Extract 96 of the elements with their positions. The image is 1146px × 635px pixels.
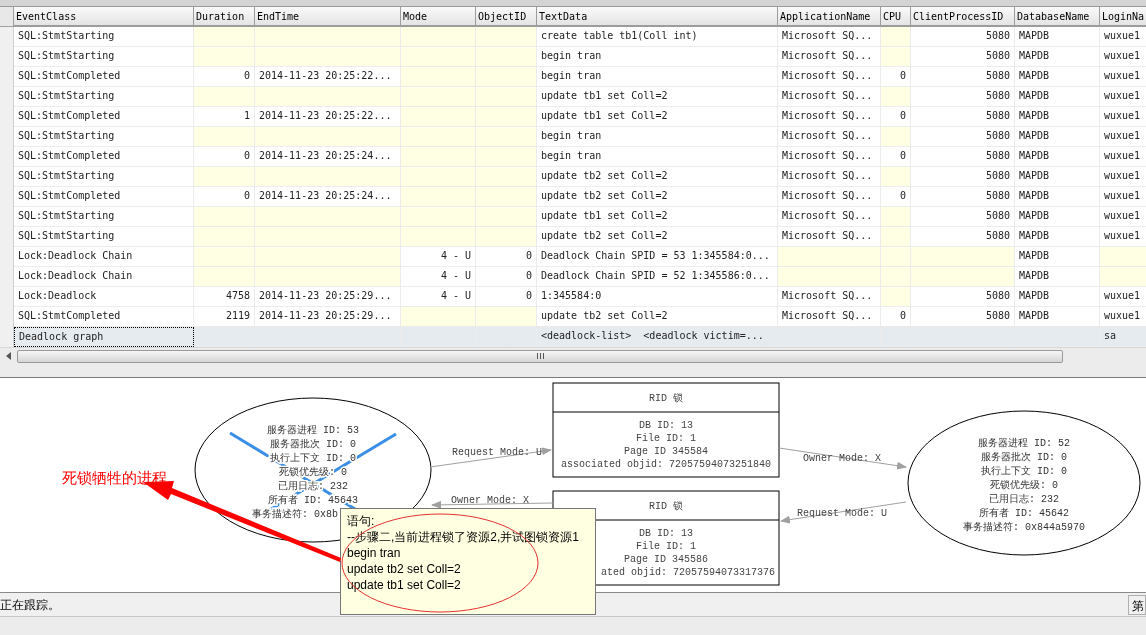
table-cell [881,247,911,267]
table-cell [881,47,911,67]
table-row[interactable]: SQL:StmtCompleted 0 2014-11-23 20:25:22... begin tran Microsoft SQ... 0 5080 MAPDB wuxue1 [0,67,1146,87]
node-title: RID 锁 [649,501,683,512]
node-text: 事务描述符: 0x8b [252,509,338,520]
table-cell [476,167,537,187]
status-panel: 第 [1128,594,1146,615]
table-row[interactable]: SQL:StmtCompleted 1 2014-11-23 20:25:22... update tb1 set Coll=2 Microsoft SQ... 0 5080 MAPDB wuxue1 [0,107,1146,127]
table-row[interactable]: SQL:StmtCompleted 0 2014-11-23 20:25:24... update tb2 set Coll=2 Microsoft SQ... 0 5080 MAPDB wuxue1 [0,187,1146,207]
edge-label: Owner Mode: X [803,453,881,464]
table-cell [476,207,537,227]
table-cell [194,247,255,267]
table-cell [194,27,255,47]
column-header[interactable]: EndTime [255,7,401,27]
table-row[interactable]: SQL:StmtCompleted 2119 2014-11-23 20:25:29... update tb2 set Coll=2 Microsoft SQ... 0 5080 MAPDB wuxue1 [0,307,1146,327]
table-cell [476,87,537,107]
scroll-left-icon[interactable] [5,351,13,361]
node-title: RID 锁 [649,393,683,404]
column-header[interactable]: ClientProcessID [911,7,1015,27]
table-cell [881,267,911,287]
row-header[interactable] [0,27,14,47]
table-cell [1100,267,1146,287]
table-row[interactable]: SQL:StmtStarting update tb2 set Coll=2 Microsoft SQ... 5080 MAPDB wuxue1 [0,227,1146,247]
tooltip-line: update tb2 set Coll=2 [347,561,462,577]
column-header[interactable]: EventClass [14,7,194,27]
column-header[interactable]: Duration [194,7,255,27]
table-cell [194,267,255,287]
table-cell [881,287,911,307]
column-header[interactable]: CPU [881,7,911,27]
table-cell [881,127,911,147]
table-cell [1100,247,1146,267]
table-cell [476,47,537,67]
edge-label: Request Mode: U [797,508,887,519]
column-header[interactable]: Mode [401,7,476,27]
status-text: 正在跟踪。 [0,596,61,614]
node-text: 执行上下文 ID: 0 [981,466,1067,477]
scrollbar-thumb[interactable] [17,349,1063,363]
node-text: DB ID: 13 [639,420,693,431]
table-cell [476,307,537,327]
row-header [0,7,14,27]
table-row[interactable]: SQL:StmtStarting create table tb1(Coll int) Microsoft SQ... 5080 MAPDB wuxue1 [0,27,1146,47]
table-cell [476,107,537,127]
node-text: DB ID: 13 [639,528,693,539]
splitter-bar[interactable] [0,364,1146,378]
node-text: Page ID 345584 [624,446,708,457]
node-text: ated objid: 72057594073317376 [600,567,775,578]
table-cell [194,47,255,67]
node-text: 事务描述符: 0x844a5970 [963,522,1085,533]
table-row[interactable]: SQL:StmtStarting update tb1 set Coll=2 Microsoft SQ... 5080 MAPDB wuxue1 [0,87,1146,107]
table-cell [476,227,537,247]
table-row[interactable]: SQL:StmtCompleted 0 2014-11-23 20:25:24... begin tran Microsoft SQ... 0 5080 MAPDB wuxue1 [0,147,1146,167]
tooltip-line: --步骤二,当前进程锁了资源2,并试图锁资源1 [347,529,580,545]
table-cell [476,187,537,207]
node-text: 服务器进程 ID: 52 [978,438,1070,449]
node-text: 死锁优先级: 0 [990,480,1058,491]
table-cell [881,207,911,227]
table-cell [881,27,911,47]
node-text: File ID: 1 [636,541,696,552]
edge-label: Owner Mode: X [451,495,529,506]
table-cell [476,27,537,47]
tooltip-line: begin tran [347,545,402,561]
column-header[interactable]: DatabaseName [1015,7,1100,27]
column-header[interactable]: ApplicationName [778,7,881,27]
table-row[interactable]: Deadlock graph <deadlock-list> <deadlock victim=... sa [0,327,1146,347]
table-cell [476,147,537,167]
node-text: associated objid: 72057594073251840 [561,459,771,470]
table-cell [194,127,255,147]
table-row[interactable]: Lock:Deadlock 4758 2014-11-23 20:25:29... 4 - U 0 1:345584:0 Microsoft SQ... 5080 MAPDB wuxue1 [0,287,1146,307]
table-cell [881,87,911,107]
table-cell [194,227,255,247]
node-text: 服务器进程 ID: 53 [267,425,359,436]
column-header[interactable]: TextData [537,7,778,27]
table-cell [476,67,537,87]
node-text: File ID: 1 [636,433,696,444]
table-row[interactable]: Lock:Deadlock Chain 4 - U 0 Deadlock Chain SPID = 53 1:345584:0... MAPDB [0,247,1146,267]
table-row[interactable]: SQL:StmtStarting update tb2 set Coll=2 Microsoft SQ... 5080 MAPDB wuxue1 [0,167,1146,187]
table-cell [881,227,911,247]
node-text: 服务器批次 ID: 0 [270,439,356,450]
table-cell [194,87,255,107]
tooltip-line: update tb1 set Coll=2 [347,577,462,593]
table-row[interactable]: Lock:Deadlock Chain 4 - U 0 Deadlock Chain SPID = 52 1:345586:0... MAPDB [0,267,1146,287]
table-row[interactable]: SQL:StmtStarting update tb1 set Coll=2 Microsoft SQ... 5080 MAPDB wuxue1 [0,207,1146,227]
table-cell [194,167,255,187]
table-cell [881,167,911,187]
table-row[interactable]: SQL:StmtStarting begin tran Microsoft SQ... 5080 MAPDB wuxue1 [0,47,1146,67]
column-header[interactable]: ObjectID [476,7,537,27]
node-text: 所有者 ID: 45642 [979,508,1069,519]
table-cell [194,207,255,227]
node-text: Page ID 345586 [624,554,708,565]
table-row[interactable]: SQL:StmtStarting begin tran Microsoft SQ... 5080 MAPDB wuxue1 [0,127,1146,147]
column-header[interactable]: LoginNa [1100,7,1146,27]
table-cell [476,127,537,147]
node-text: 服务器批次 ID: 0 [981,452,1067,463]
node-text: 已用日志: 232 [989,494,1059,505]
edge-label: Request Mode: U [452,447,542,458]
tooltip-line: 语句: [347,513,376,529]
